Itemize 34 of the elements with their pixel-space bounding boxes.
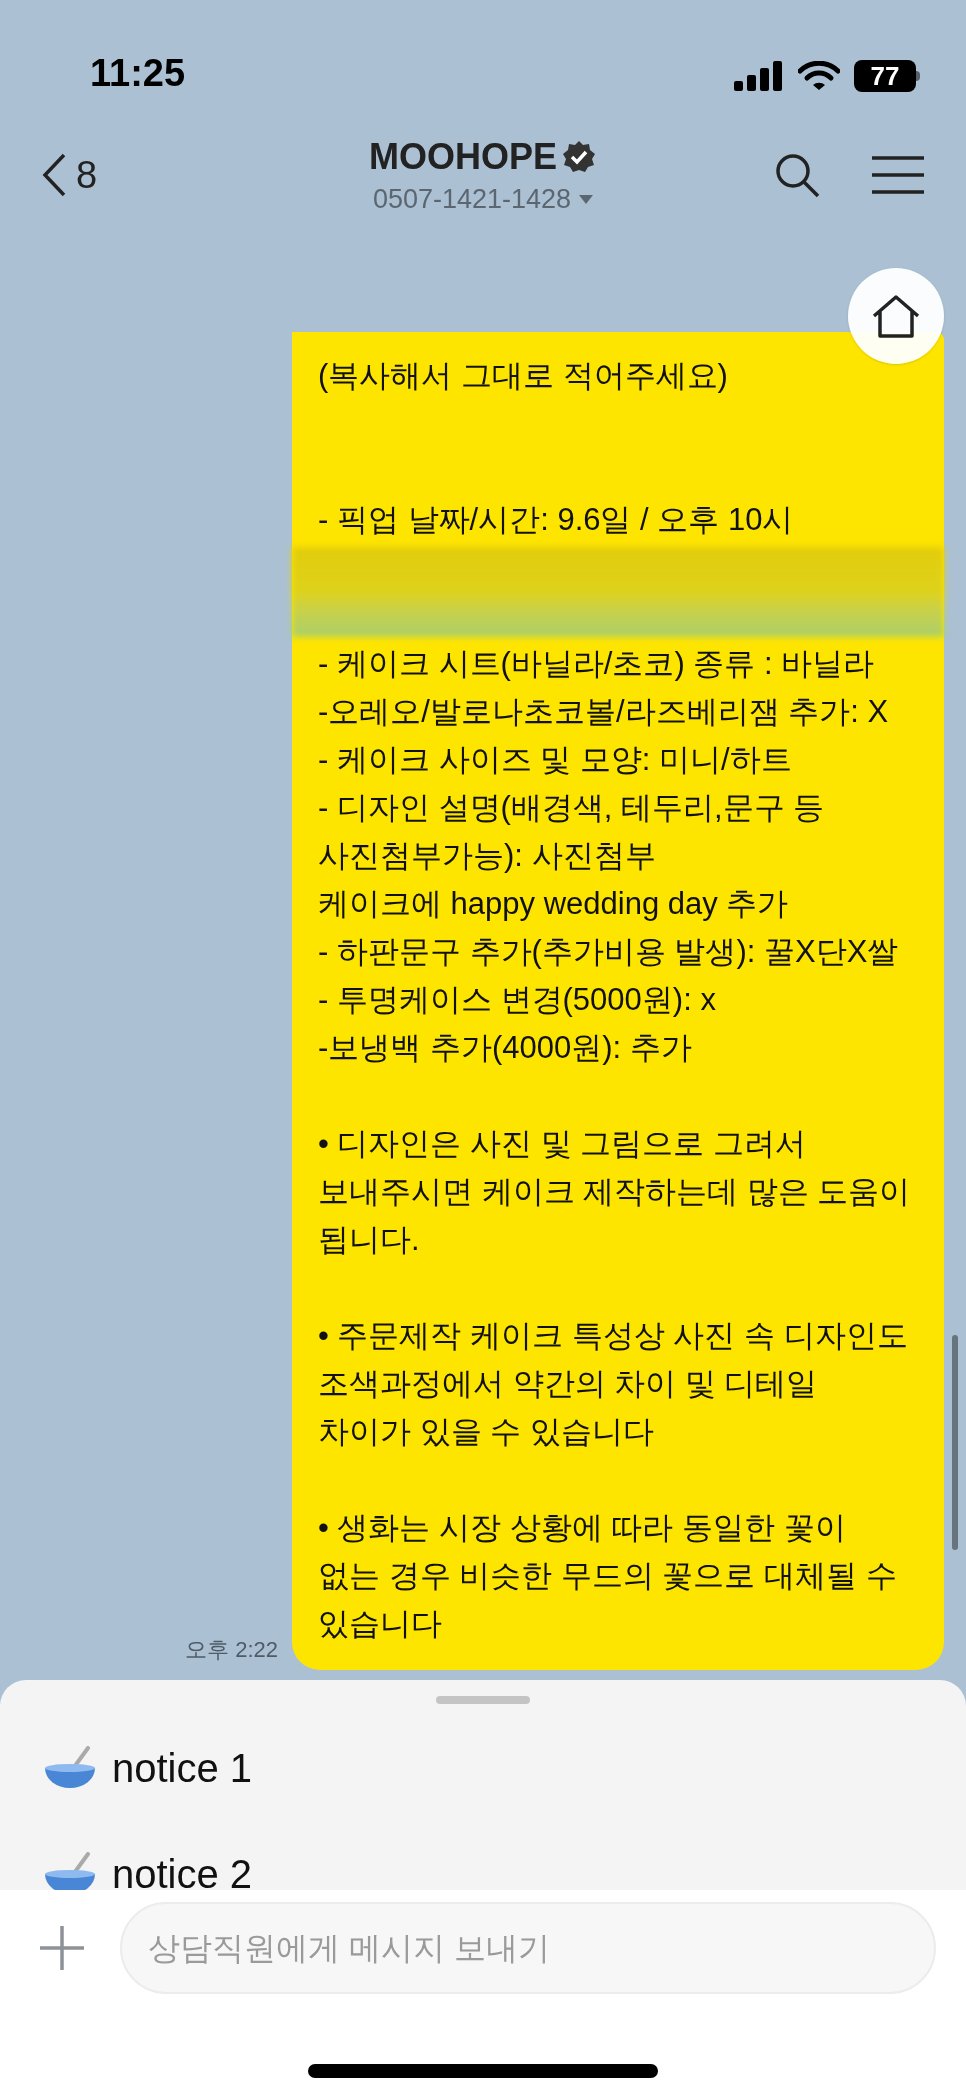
message-text: • 디자인은 사진 및 그림으로 그려서 보내주시면 케이크 제작하는데 많은 도움이 됩니다. (318, 1125, 912, 1259)
status-time: 11:25 (90, 54, 186, 92)
message-text: (복사해서 그대로 적어주세요) (318, 357, 729, 395)
back-button[interactable]: 8 (42, 146, 98, 204)
bowl-icon (44, 1852, 96, 1890)
back-chevron-icon (42, 153, 66, 197)
signal-icon (734, 61, 784, 91)
bowl-icon (44, 1746, 96, 1790)
message-text: 케이크에 happy wedding day 추가 (318, 885, 790, 923)
scrollbar[interactable] (952, 1335, 958, 1550)
house-icon (871, 294, 921, 338)
message-text: -보냉백 추가(4000원): 추가 (318, 1029, 693, 1067)
search-icon[interactable] (774, 152, 820, 198)
notice-item[interactable]: notice 2 (44, 1852, 966, 1890)
wifi-icon (798, 61, 840, 91)
menu-icon[interactable] (872, 155, 924, 195)
message-text: -오레오/발로나초코볼/라즈베리잼 추가: X (318, 693, 890, 731)
sheet-handle[interactable] (436, 1696, 530, 1704)
message-text: - 케이크 사이즈 및 모양: 미니/하트 (318, 741, 793, 779)
plus-icon[interactable] (38, 1924, 86, 1972)
chat-title: MOOHOPE (369, 135, 557, 179)
notice-item[interactable]: notice 1 (44, 1746, 966, 1790)
message-time: 오후 2:22 (185, 1636, 278, 1664)
message-text: - 하판문구 추가(추가비용 발생): 꿀X단X쌀 (318, 933, 900, 971)
dropdown-caret-icon (579, 194, 594, 204)
message-text: • 생화는 시장 상황에 따라 동일한 꽃이 없는 경우 비슷한 무드의 꽃으로 대체될 수 있습니다 (318, 1509, 898, 1643)
message-text: - 디자인 설명(배경색, 테두리,문구 등 사진첨부가능): 사진첨부 (318, 789, 826, 875)
message-text: - 픽업 날짜/시간: 9.6일 / 오후 10시 (318, 501, 795, 539)
message-text: - 투명케이스 변경(5000원): x (318, 981, 717, 1019)
message-text: - 케이크 시트(바닐라/초코) 종류 : 바닐라 (318, 645, 876, 683)
message-input-field[interactable]: 상담직원에게 메시지 보내기 (120, 1902, 936, 1994)
battery-tip-icon (916, 71, 920, 81)
message-text: • 주문제작 케이크 특성상 사진 속 디자인도 조색과정에서 약간의 차이 및 디테일 차이가 있을 수 있습니다 (318, 1317, 909, 1451)
battery-level: 77 (854, 60, 916, 92)
